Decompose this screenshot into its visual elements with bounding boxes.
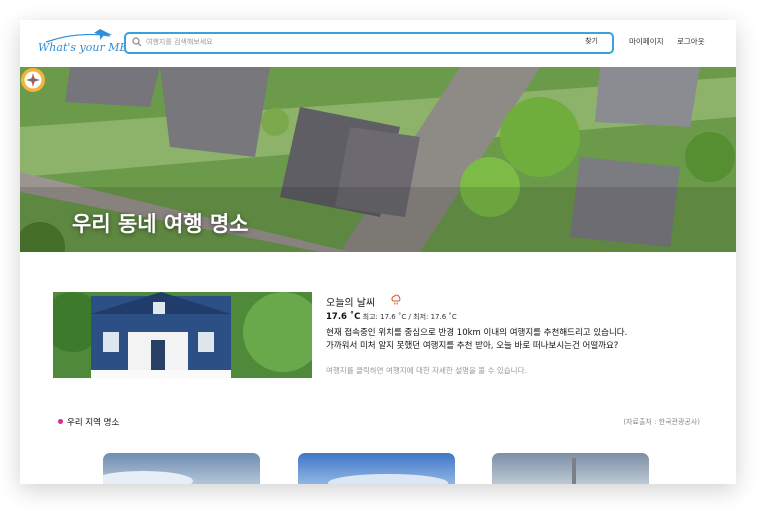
mypage-link[interactable]: 마이페이지 <box>629 36 664 47</box>
logo[interactable]: What's your MBTI <box>38 25 139 63</box>
place-card-2[interactable] <box>298 453 455 484</box>
temp-minmax: 최고: 17.6 ˚C / 최저: 17.6 ˚C <box>362 313 457 321</box>
cloud-rain-icon <box>391 294 401 305</box>
data-source: (자료출처 : 한국관광공사) <box>623 418 700 426</box>
header: What's your MBTI 찾기 마이페이지 로그아웃 <box>20 20 736 67</box>
search-input[interactable] <box>146 35 546 49</box>
desc-line-2: 가까워서 미처 알지 못했던 여행지를 추천 받아, 오늘 바로 떠나보시는건 … <box>326 341 619 351</box>
logout-link[interactable]: 로그아웃 <box>677 36 705 47</box>
location-pin-icon <box>58 419 63 424</box>
search-button[interactable]: 찾기 <box>585 36 598 46</box>
search-icon <box>132 37 142 47</box>
weather-description: 현재 접속중인 위치를 중심으로 반경 10km 이내의 여행지를 추천해드리고… <box>326 327 627 353</box>
click-hint: 여행지를 클릭하면 여행지에 대한 자세한 설명을 볼 수 있습니다. <box>326 366 527 375</box>
house-image <box>43 292 323 378</box>
place-card-3[interactable] <box>492 453 649 484</box>
section-title: 우리 지역 명소 <box>58 416 119 428</box>
search-bar: 찾기 <box>124 32 614 54</box>
desc-line-1: 현재 접속중인 위치를 중심으로 반경 10km 이내의 여행지를 추천해드리고… <box>326 328 628 338</box>
weather-title: 오늘의 날씨 <box>326 298 376 309</box>
current-temp: 17.6 ˚C <box>326 312 361 322</box>
hero-banner: 우리 동네 여행 명소 <box>20 67 736 252</box>
place-card-1[interactable] <box>103 453 260 484</box>
page-card: What's your MBTI 찾기 마이페이지 로그아웃 <box>20 20 736 484</box>
compass-icon <box>21 68 45 92</box>
section-title-text: 우리 지역 명소 <box>67 418 120 428</box>
temperature-line: 17.6 ˚C 최고: 17.6 ˚C / 최저: 17.6 ˚C <box>326 312 457 322</box>
hero-title: 우리 동네 여행 명소 <box>72 212 249 236</box>
